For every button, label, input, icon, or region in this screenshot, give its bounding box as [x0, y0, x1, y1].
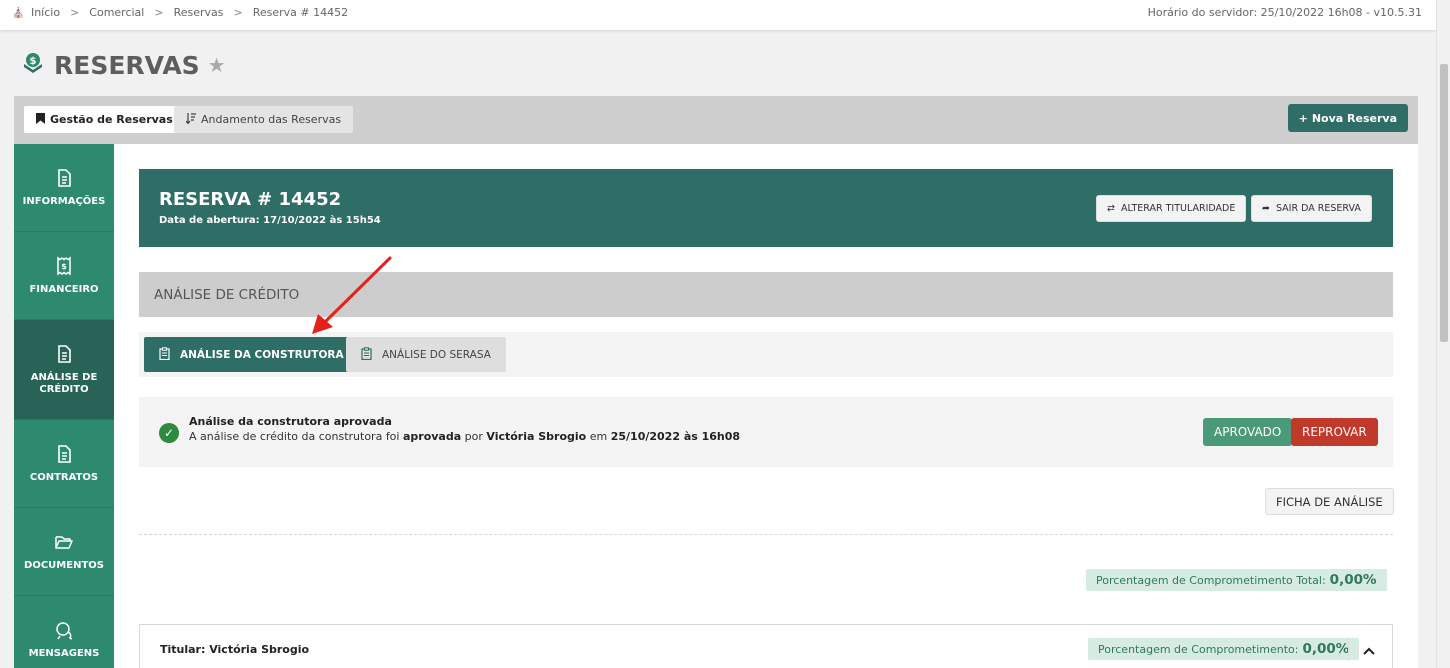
document-icon [54, 444, 74, 464]
main-content: RESERVA # 14452 Data de abertura: 17/10/… [114, 144, 1418, 668]
tab-andamento-reservas[interactable]: Andamento das Reservas [174, 106, 354, 133]
comprometimento-total-label: Porcentagem de Comprometimento Total: [1096, 573, 1326, 587]
breadcrumb: ⛪ Início > Comercial > Reservas > Reserv… [12, 6, 348, 19]
sidebar-item-label: FINANCEIRO [29, 283, 99, 295]
sidebar-item-mensagens[interactable]: MENSAGENS [14, 596, 114, 668]
reserva-opened-date: Data de abertura: 17/10/2022 às 15h54 [159, 215, 381, 226]
desc-status: aprovada [402, 430, 462, 443]
analise-subtabs: ANÁLISE DA CONSTRUTORA ANÁLISE DO SERASA [139, 332, 1393, 377]
desc-em: em [586, 430, 611, 443]
money-bag-icon: $ [20, 50, 46, 80]
top-bar: ⛪ Início > Comercial > Reservas > Reserv… [0, 0, 1436, 30]
server-time: Horário do servidor: 25/10/2022 16h08 - … [1147, 6, 1422, 19]
breadcrumb-item-inicio[interactable]: Início [31, 6, 60, 19]
tabs-bar: Gestão de Reservas Andamento das Reserva… [14, 96, 1418, 144]
clipboard-icon [159, 346, 170, 363]
section-analise-credito: ANÁLISE DE CRÉDITO [139, 272, 1393, 317]
comprometimento-label: Porcentagem de Comprometimento: [1098, 642, 1299, 656]
reprovar-button[interactable]: REPROVAR [1291, 418, 1378, 446]
tab-andamento-label: Andamento das Reservas [201, 113, 342, 126]
svg-text:$: $ [30, 56, 37, 67]
breadcrumb-separator: > [154, 6, 164, 19]
comprometimento-badge: Porcentagem de Comprometimento: 0,00% [1088, 638, 1360, 660]
share-arrow-icon: ➦ [1262, 203, 1270, 214]
approval-status-panel: ✓ Análise da construtora aprovada A anál… [139, 397, 1393, 467]
collapse-toggle[interactable] [1348, 637, 1388, 661]
favorite-star-icon[interactable]: ★ [208, 53, 226, 77]
desc-prefix: A análise de crédito da construtora foi [189, 430, 403, 443]
reserva-header: RESERVA # 14452 Data de abertura: 17/10/… [139, 169, 1393, 247]
sidebar-item-label: ANÁLISE DE CRÉDITO [30, 371, 98, 395]
receipt-dollar-icon: $ [54, 256, 74, 276]
sidebar-item-analise-credito[interactable]: ANÁLISE DE CRÉDITO [14, 320, 114, 420]
desc-user: Victória Sbrogio [486, 430, 587, 443]
home-icon: ⛪ [12, 8, 25, 19]
clipboard-icon [361, 346, 372, 363]
document-icon [54, 168, 74, 188]
desc-date: 25/10/2022 às 16h08 [610, 430, 741, 443]
sort-icon [185, 112, 196, 127]
breadcrumb-item-reserva: Reserva # 14452 [252, 6, 349, 19]
section-title: ANÁLISE DE CRÉDITO [154, 287, 300, 303]
aprovado-button[interactable]: APROVADO [1203, 418, 1293, 446]
sair-reserva-label: SAIR DA RESERVA [1275, 203, 1361, 214]
swap-icon: ⇄ [1107, 203, 1115, 214]
divider [139, 534, 1393, 535]
tab-gestao-reservas[interactable]: Gestão de Reservas [24, 106, 185, 133]
sidebar: INFORMAÇÕES $ FINANCEIRO ANÁLISE DE CRÉD… [14, 144, 114, 668]
scrollbar-thumb[interactable] [1440, 64, 1448, 342]
svg-text:$: $ [61, 262, 67, 271]
sidebar-item-label: MENSAGENS [28, 647, 100, 659]
page-header: $ RESERVAS ★ [20, 50, 226, 80]
approval-description: A análise de crédito da construtora foi … [189, 430, 740, 443]
sidebar-item-label: INFORMAÇÕES [22, 195, 106, 207]
folder-open-icon [54, 532, 74, 552]
desc-by: por [461, 430, 487, 443]
plus-icon: + [1298, 111, 1308, 125]
breadcrumb-separator: > [70, 6, 80, 19]
sidebar-item-documentos[interactable]: DOCUMENTOS [14, 508, 114, 596]
tab-analise-serasa[interactable]: ANÁLISE DO SERASA [346, 337, 506, 372]
sidebar-item-label: DOCUMENTOS [24, 559, 104, 571]
tab-gestao-label: Gestão de Reservas [50, 113, 173, 126]
page-scrollbar[interactable] [1436, 0, 1450, 668]
nova-reserva-button[interactable]: + Nova Reserva [1287, 104, 1408, 132]
sidebar-item-label: CONTRATOS [29, 471, 99, 483]
tab-analise-serasa-label: ANÁLISE DO SERASA [382, 348, 491, 361]
titular-name: Titular: Victória Sbrogio [160, 643, 310, 656]
comprometimento-total-value: 0,00% [1329, 572, 1377, 588]
bookmark-icon [36, 112, 45, 127]
nova-reserva-label: Nova Reserva [1311, 111, 1397, 125]
page-title: RESERVAS [54, 50, 200, 80]
breadcrumb-item-comercial[interactable]: Comercial [89, 6, 144, 19]
breadcrumb-home[interactable]: ⛪ Início [12, 6, 60, 19]
chat-icon [54, 620, 74, 640]
sidebar-item-informacoes[interactable]: INFORMAÇÕES [14, 144, 114, 232]
sidebar-item-financeiro[interactable]: $ FINANCEIRO [14, 232, 114, 320]
ficha-analise-button[interactable]: FICHA DE ANÁLISE [1265, 488, 1394, 515]
reserva-title: RESERVA # 14452 [159, 189, 342, 210]
sair-reserva-button[interactable]: ➦ SAIR DA RESERVA [1251, 195, 1372, 222]
chevron-up-icon [1362, 640, 1375, 659]
document-icon [54, 344, 74, 364]
comprometimento-value: 0,00% [1302, 641, 1350, 657]
titular-card: Titular: Victória Sbrogio Porcentagem de… [139, 624, 1393, 668]
comprometimento-total-badge: Porcentagem de Comprometimento Total: 0,… [1086, 569, 1387, 591]
tab-analise-construtora-label: ANÁLISE DA CONSTRUTORA [180, 348, 344, 361]
alterar-titularidade-label: ALTERAR TITULARIDADE [1120, 203, 1236, 214]
sidebar-item-contratos[interactable]: CONTRATOS [14, 420, 114, 508]
breadcrumb-item-reservas[interactable]: Reservas [174, 6, 224, 19]
check-circle-icon: ✓ [159, 423, 179, 443]
alterar-titularidade-button[interactable]: ⇄ ALTERAR TITULARIDADE [1096, 195, 1247, 222]
tab-analise-construtora[interactable]: ANÁLISE DA CONSTRUTORA [144, 337, 359, 372]
breadcrumb-separator: > [233, 6, 243, 19]
approval-title: Análise da construtora aprovada [189, 415, 392, 428]
